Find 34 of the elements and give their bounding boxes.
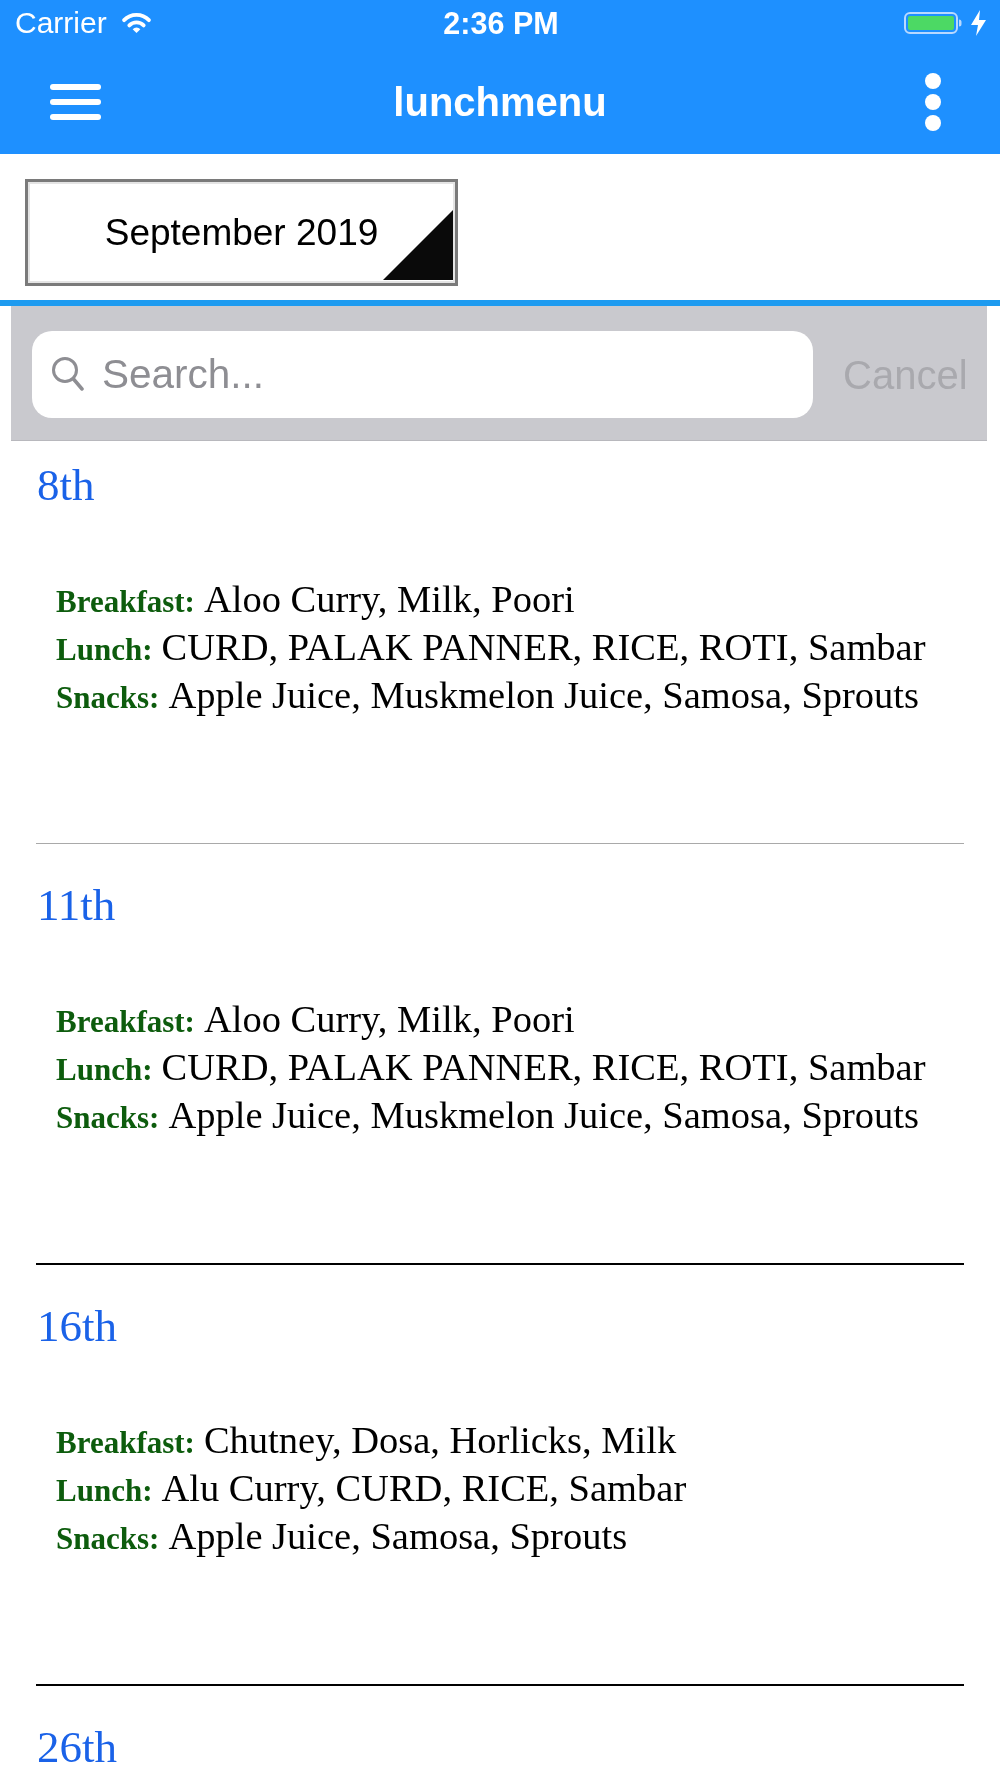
date-heading: 16th: [37, 1300, 117, 1352]
date-heading: 8th: [37, 459, 95, 511]
triangle-icon: [383, 210, 453, 280]
meal-items: CURD, PALAK PANNER, RICE, ROTI, Sambar: [161, 625, 926, 670]
meal-items: Aloo Curry, Milk, Poori: [203, 577, 575, 622]
meal-label: Snacks:: [56, 679, 160, 717]
date-heading: 11th: [37, 879, 116, 931]
battery-icon: [904, 11, 963, 34]
menu-icon[interactable]: [50, 83, 101, 120]
meal-items: Chutney, Dosa, Horlicks, Milk: [203, 1418, 677, 1463]
meal-label: Breakfast:: [56, 1424, 195, 1462]
charging-bolt-icon: [970, 9, 987, 36]
more-icon[interactable]: [925, 72, 941, 131]
meal-label: Lunch:: [56, 1472, 153, 1510]
meal-label: Snacks:: [56, 1520, 160, 1558]
meal-label: Lunch:: [56, 631, 153, 669]
date-heading: 26th: [37, 1721, 117, 1773]
carrier-label: Carrier: [15, 5, 107, 40]
wifi-icon: [120, 11, 152, 34]
meal-items: Alu Curry, CURD, RICE, Sambar: [161, 1466, 687, 1511]
meal-label: Snacks:: [56, 1099, 160, 1137]
meal-items: CURD, PALAK PANNER, RICE, ROTI, Sambar: [161, 1045, 926, 1090]
month-dropdown[interactable]: September 2019: [25, 179, 458, 286]
search-icon: [51, 356, 84, 392]
meal-items: Apple Juice, Muskmelon Juice, Samosa, Sprouts: [168, 673, 920, 718]
meal-label: Lunch:: [56, 1051, 153, 1089]
meal-items: Aloo Curry, Milk, Poori: [203, 997, 575, 1042]
meal-items: Apple Juice, Muskmelon Juice, Samosa, Sprouts: [168, 1093, 920, 1138]
search-field[interactable]: Search...: [32, 331, 813, 418]
meal-items: Apple Juice, Samosa, Sprouts: [168, 1514, 628, 1559]
status-time: 2:36 PM: [443, 5, 559, 40]
meal-label: Breakfast:: [56, 583, 195, 621]
app-title: lunchmenu: [393, 78, 607, 125]
meal-label: Breakfast:: [56, 1003, 195, 1041]
